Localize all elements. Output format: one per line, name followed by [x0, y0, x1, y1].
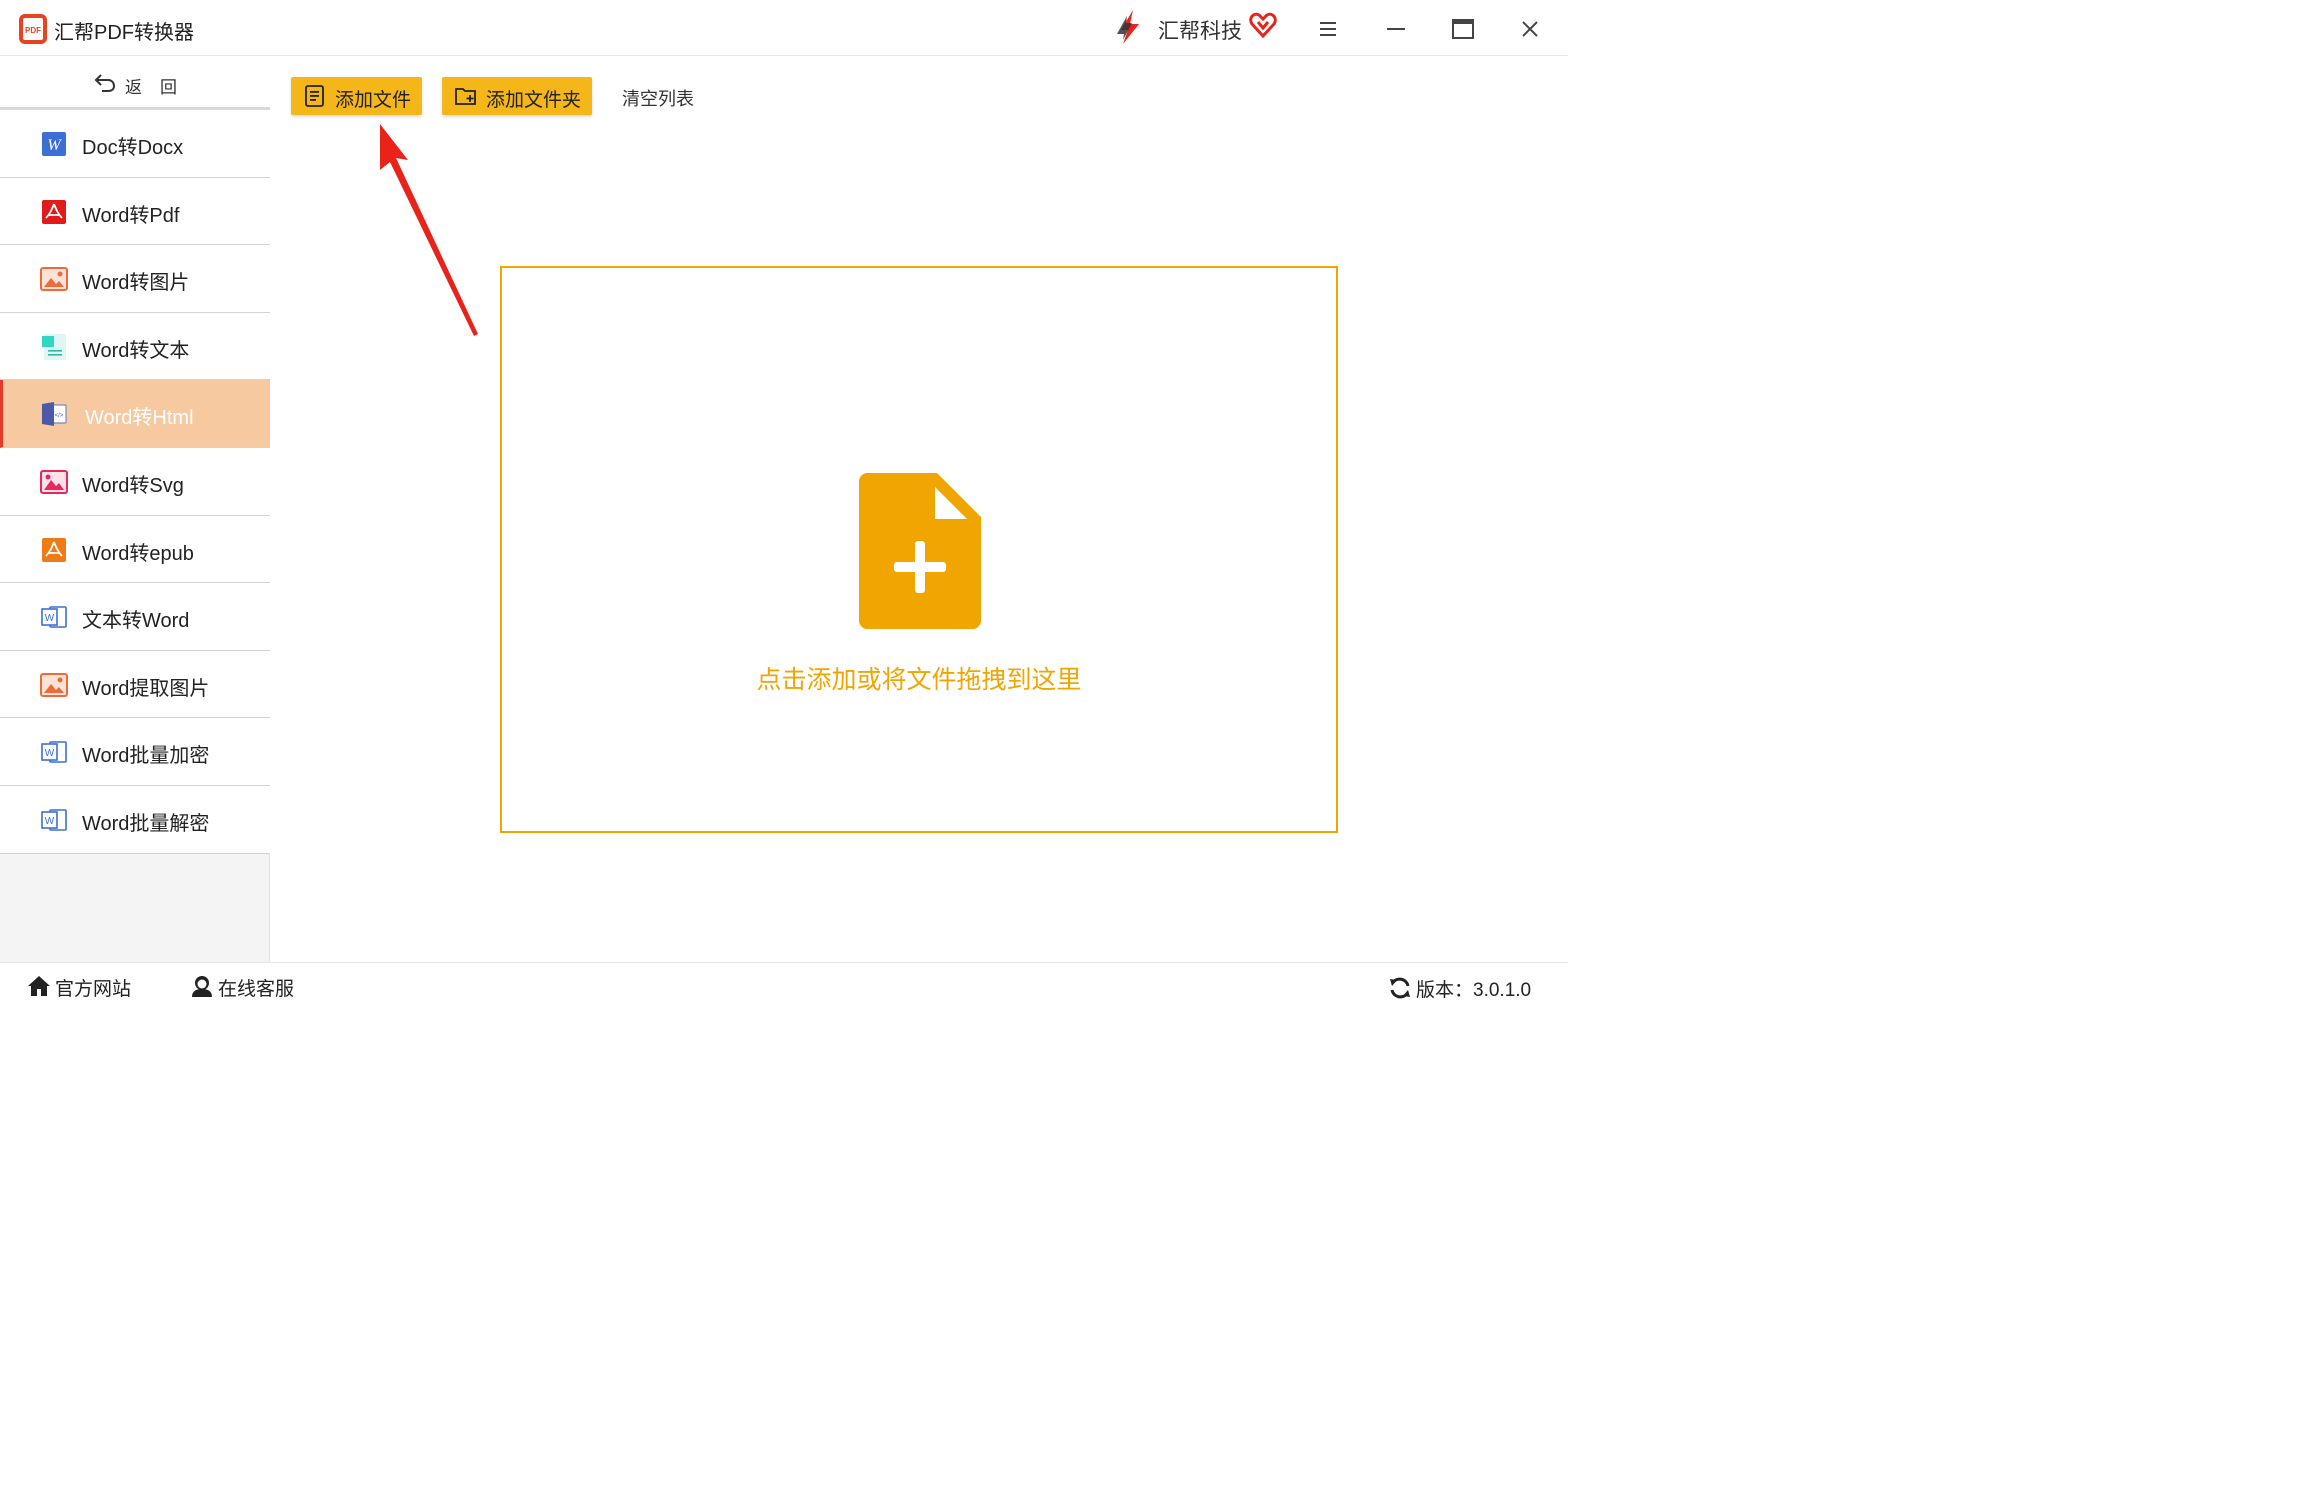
version-label: 版本：3.0.1.0 — [1416, 980, 1532, 1001]
customer-service-icon — [192, 976, 212, 997]
online-service-label: 在线客服 — [218, 979, 295, 1000]
clear-list-button[interactable]: 清空列表 — [622, 85, 694, 111]
home-icon — [28, 976, 50, 996]
sidebar-item-doc-to-docx[interactable]: W Doc转Docx — [0, 110, 270, 178]
sidebar-item-label: Word提取图片 — [82, 677, 210, 700]
sidebar-item-word-to-text[interactable]: Word转文本 — [0, 312, 270, 381]
word-outline-icon: W — [41, 606, 67, 628]
sidebar-item-label: Word转文本 — [82, 339, 190, 362]
svg-text:W: W — [45, 748, 55, 759]
add-folder-label: 添加文件夹 — [486, 90, 582, 111]
sidebar: 返回 W Doc转Docx Word转Pdf Word转图片 Word转文本 <… — [0, 56, 270, 962]
sidebar-item-label: Word批量加密 — [82, 745, 210, 768]
sidebar-item-word-batch-encrypt[interactable]: W Word批量加密 — [0, 718, 270, 786]
sidebar-item-label: 文本转Word — [82, 610, 190, 633]
add-folder-button[interactable]: 添加文件夹 — [442, 77, 592, 115]
sidebar-item-word-to-html[interactable]: </> Word转Html — [0, 380, 270, 448]
add-file-label: 添加文件 — [335, 90, 412, 111]
sidebar-item-label: Word转图片 — [82, 272, 190, 295]
back-label: 返回 — [125, 78, 195, 97]
word-outline-icon: W — [41, 809, 67, 831]
svg-text:W: W — [45, 613, 55, 624]
maximize-icon[interactable] — [1447, 13, 1479, 45]
svg-image-icon — [40, 469, 68, 494]
title-bar: PDF 汇帮PDF转换器 汇帮科技 — [0, 0, 1568, 56]
sidebar-item-label: Word转Svg — [82, 474, 184, 497]
word-w-icon: W — [42, 132, 66, 156]
footer-bar: 官方网站 在线客服 版本：3.0.1.0 — [0, 962, 1568, 1008]
text-doc-icon — [42, 333, 66, 360]
epub-icon — [42, 537, 66, 562]
add-file-button[interactable]: 添加文件 — [291, 77, 422, 115]
svg-text:PDF: PDF — [25, 26, 41, 35]
back-button[interactable]: 返回 — [0, 56, 270, 110]
sidebar-item-label: Word批量解密 — [82, 812, 210, 835]
menu-icon[interactable] — [1312, 13, 1344, 45]
sidebar-item-label: Word转Html — [85, 407, 194, 430]
image-icon — [40, 672, 68, 697]
sidebar-item-word-to-pdf[interactable]: Word转Pdf — [0, 177, 270, 246]
vip-heart-icon[interactable] — [1249, 12, 1277, 38]
official-website-link[interactable]: 官方网站 — [27, 973, 137, 1000]
html-icon: </> — [42, 402, 67, 427]
sidebar-item-word-extract-images[interactable]: Word提取图片 — [0, 650, 270, 719]
undo-arrow-icon — [94, 74, 116, 92]
folder-add-icon — [455, 88, 476, 105]
sidebar-item-word-to-image[interactable]: Word转图片 — [0, 245, 270, 313]
file-add-icon — [859, 473, 981, 629]
annotation-arrow-icon — [380, 124, 478, 336]
minimize-icon[interactable] — [1380, 13, 1412, 45]
close-icon[interactable] — [1514, 13, 1546, 45]
app-window: PDF 汇帮PDF转换器 汇帮科技 返回 W Doc转Docx Word转Pdf… — [0, 0, 1568, 1008]
svg-text:W: W — [45, 816, 55, 827]
refresh-icon — [1390, 977, 1410, 999]
brand-logo-icon — [1117, 10, 1139, 44]
sidebar-item-word-batch-decrypt[interactable]: W Word批量解密 — [0, 785, 270, 854]
svg-text:</>: </> — [55, 413, 64, 419]
official-website-label: 官方网站 — [55, 979, 132, 1000]
sidebar-menu: W Doc转Docx Word转Pdf Word转图片 Word转文本 </> … — [0, 110, 270, 854]
app-logo-icon: PDF — [19, 14, 47, 44]
pdf-icon — [42, 199, 66, 224]
online-service-link[interactable]: 在线客服 — [190, 973, 300, 1000]
app-title: 汇帮PDF转换器 — [54, 22, 194, 44]
drop-hint-text: 点击添加或将文件拖拽到这里 — [756, 666, 1082, 694]
brand-name: 汇帮科技 — [1158, 20, 1242, 43]
sidebar-item-label: Doc转Docx — [82, 137, 184, 159]
version-info[interactable]: 版本：3.0.1.0 — [1388, 974, 1538, 1001]
word-outline-icon: W — [41, 741, 67, 764]
sidebar-item-word-to-svg[interactable]: Word转Svg — [0, 447, 270, 516]
sidebar-item-label: Word转Pdf — [82, 204, 180, 227]
sidebar-item-label: Word转epub — [82, 542, 194, 565]
file-list-icon — [305, 85, 324, 107]
sidebar-item-text-to-word[interactable]: W 文本转Word — [0, 583, 270, 651]
svg-text:W: W — [47, 137, 62, 154]
image-icon — [40, 267, 68, 292]
file-drop-zone[interactable]: 点击添加或将文件拖拽到这里 — [500, 266, 1338, 833]
sidebar-item-word-to-epub[interactable]: Word转epub — [0, 515, 270, 584]
